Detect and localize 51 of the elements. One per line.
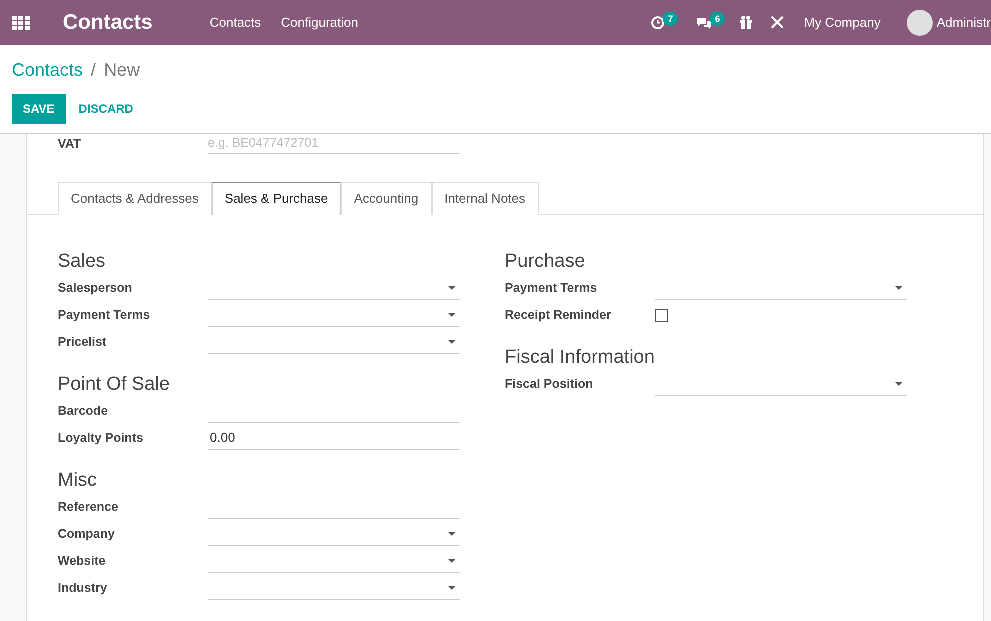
field-label: Payment Terms xyxy=(58,307,152,324)
menu-item[interactable]: Configuration xyxy=(281,12,358,32)
field-label: Company xyxy=(58,526,116,544)
field-label: Receipt Reminder xyxy=(505,307,612,324)
tab[interactable]: Sales & Purchase xyxy=(212,182,342,215)
input-field[interactable]: 0.00 xyxy=(208,428,460,450)
caret-icon xyxy=(448,313,456,317)
caret-icon xyxy=(895,382,903,386)
tab[interactable]: Contacts & Addresses xyxy=(58,182,212,215)
caret-icon xyxy=(448,559,456,563)
caret-icon xyxy=(448,286,456,290)
field-value: 0.00 xyxy=(210,429,236,448)
field-label: Website xyxy=(58,553,107,570)
field-label: Fiscal Position xyxy=(505,376,594,394)
field-label: Pricelist xyxy=(58,334,108,352)
field-label: Payment Terms xyxy=(505,280,598,298)
discard-button[interactable]: DISCARD xyxy=(66,94,146,124)
caret-icon xyxy=(448,586,456,590)
count-badge: 6 xyxy=(710,12,726,26)
apps-grid-icon[interactable] xyxy=(12,16,30,30)
breadcrumb-current: New xyxy=(104,59,140,82)
field-label: Reference xyxy=(58,499,120,516)
avatar-icon xyxy=(906,10,933,36)
breadcrumb-link[interactable]: Contacts xyxy=(12,57,84,84)
checkbox[interactable] xyxy=(655,309,668,322)
caret-icon xyxy=(448,340,456,344)
menu-item[interactable]: Contacts xyxy=(210,12,262,32)
caret-icon xyxy=(448,532,456,536)
company-switcher[interactable]: My Company xyxy=(804,12,881,32)
user-menu[interactable]: Administr xyxy=(936,12,991,32)
group-title: Point Of Sale xyxy=(58,373,171,397)
field-label: VAT xyxy=(58,136,82,153)
gift-icon[interactable] xyxy=(739,16,754,29)
caret-icon xyxy=(895,286,903,290)
input-field[interactable]: e.g. BE0477472701 xyxy=(208,134,460,154)
count-badge: 7 xyxy=(663,12,678,26)
tab[interactable]: Accounting xyxy=(341,182,432,215)
app-title: Contacts xyxy=(63,10,153,36)
field-label: Barcode xyxy=(58,403,110,420)
breadcrumb-separator: / xyxy=(91,59,96,82)
field-label: Industry xyxy=(58,580,108,598)
save-button[interactable]: SAVE xyxy=(12,94,66,124)
group-title: Sales xyxy=(58,250,107,274)
field-label: Loyalty Points xyxy=(58,430,144,448)
field-label: Salesperson xyxy=(58,280,134,298)
group-title: Fiscal Information xyxy=(505,346,656,370)
clock-icon[interactable] xyxy=(651,16,666,30)
group-title: Misc xyxy=(58,469,98,493)
chat-bubbles-icon[interactable] xyxy=(696,16,712,30)
tab[interactable]: Internal Notes xyxy=(432,182,539,215)
group-title: Purchase xyxy=(505,250,586,274)
